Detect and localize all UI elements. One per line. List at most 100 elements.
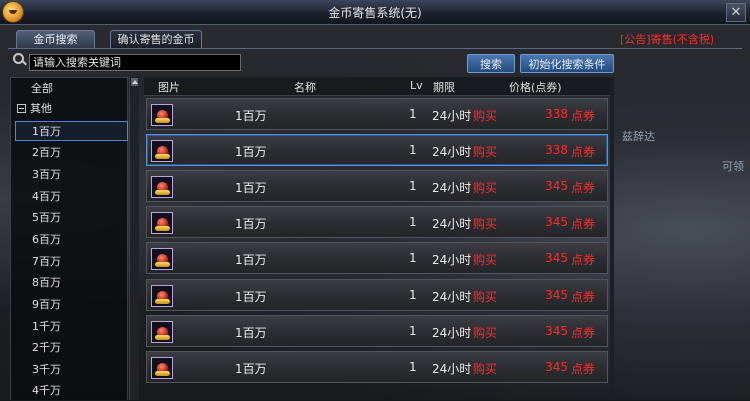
item-price: 345 xyxy=(545,215,568,229)
category-sidebar: 全部 其他 1百万 2百万 3百万 4百万 5百万 6百万 7百万 8百万 9百… xyxy=(10,77,128,400)
item-level: 1 xyxy=(409,107,417,121)
item-level: 1 xyxy=(409,360,417,374)
buy-button[interactable]: 购买 xyxy=(473,360,497,377)
sidebar-scrollbar[interactable] xyxy=(129,77,139,400)
buy-button[interactable]: 购买 xyxy=(473,143,497,160)
item-name: 1百万 xyxy=(235,253,267,267)
buy-button[interactable]: 购买 xyxy=(473,179,497,196)
sidebar-item-label: 2千万 xyxy=(32,341,61,354)
title-bar[interactable]: 金币寄售系统(无) ✕ xyxy=(0,0,750,25)
table-row[interactable]: 1百万 1 24小时 购买 345 点券 xyxy=(146,351,608,383)
buy-button[interactable]: 购买 xyxy=(473,251,497,268)
tab-gold-search[interactable]: 金币搜索 xyxy=(16,30,95,49)
gold-bag-icon xyxy=(151,212,173,234)
reset-search-button[interactable]: 初始化搜索条件 xyxy=(520,54,614,73)
sidebar-item-4m[interactable]: 4百万 xyxy=(11,187,127,207)
column-header-period: 期限 xyxy=(433,81,455,94)
sidebar-item-9m[interactable]: 9百万 xyxy=(11,295,127,315)
sidebar-item-all[interactable]: 全部 xyxy=(11,79,127,99)
item-price: 345 xyxy=(545,324,568,338)
sidebar-item-label: 6百万 xyxy=(32,233,61,246)
tab-confirm-consigned-gold[interactable]: 确认寄售的金币 xyxy=(110,30,202,49)
sidebar-item-5m[interactable]: 5百万 xyxy=(11,208,127,228)
column-header-icon: 图片 xyxy=(158,81,180,94)
item-period: 24小时 xyxy=(432,326,472,340)
table-row[interactable]: 1百万 1 24小时 购买 345 点券 xyxy=(146,242,608,274)
search-button[interactable]: 搜索 xyxy=(467,54,515,73)
item-period: 24小时 xyxy=(432,217,472,231)
item-name: 1百万 xyxy=(235,290,267,304)
search-input[interactable]: 请输入搜索关键词 xyxy=(29,54,241,71)
sidebar-item-6m[interactable]: 6百万 xyxy=(11,230,127,250)
sidebar-item-3m[interactable]: 3百万 xyxy=(11,165,127,185)
buy-button[interactable]: 购买 xyxy=(473,324,497,341)
table-scrollbar[interactable] xyxy=(610,77,614,400)
table-row[interactable]: 1百万 1 24小时 购买 345 点券 xyxy=(146,170,608,202)
table-row[interactable]: 1百万 1 24小时 购买 345 点券 xyxy=(146,315,608,347)
gold-bag-icon xyxy=(151,248,173,270)
item-period: 24小时 xyxy=(432,181,472,195)
item-name: 1百万 xyxy=(235,362,267,376)
scroll-up-icon[interactable] xyxy=(131,78,138,86)
item-name: 1百万 xyxy=(235,326,267,340)
sidebar-item-20m[interactable]: 2千万 xyxy=(11,338,127,358)
item-period: 24小时 xyxy=(432,362,472,376)
price-unit: 点券 xyxy=(571,181,596,195)
column-header-name: 名称 xyxy=(294,81,316,94)
sidebar-item-label: 4百万 xyxy=(32,190,61,203)
buy-button[interactable]: 购买 xyxy=(473,288,497,305)
table-row[interactable]: 1百万 1 24小时 购买 338 点券 xyxy=(146,98,608,130)
price-unit: 点券 xyxy=(571,145,596,159)
gold-consignment-window: 金币寄售系统(无) ✕ 金币搜索 确认寄售的金币 [公告]寄售(不含税) 请输入… xyxy=(0,0,750,400)
item-period: 24小时 xyxy=(432,290,472,304)
buy-button[interactable]: 购买 xyxy=(473,107,497,124)
sidebar-item-label: 全部 xyxy=(31,82,53,95)
sidebar-item-label: 9百万 xyxy=(32,298,61,311)
sidebar-item-label: 2百万 xyxy=(32,146,61,159)
item-level: 1 xyxy=(409,179,417,193)
close-button[interactable]: ✕ xyxy=(726,3,746,22)
sidebar-item-30m[interactable]: 3千万 xyxy=(11,360,127,380)
sidebar-item-label: 1百万 xyxy=(32,125,61,138)
sidebar-item-label: 3百万 xyxy=(32,168,61,181)
item-level: 1 xyxy=(409,324,417,338)
window-title: 金币寄售系统(无) xyxy=(328,6,422,20)
gold-bag-icon xyxy=(151,285,173,307)
notice-text: [公告]寄售(不含税) xyxy=(620,33,715,46)
item-level: 1 xyxy=(409,251,417,265)
sidebar-item-8m[interactable]: 8百万 xyxy=(11,273,127,293)
column-header-price: 价格(点券) xyxy=(509,81,562,94)
price-unit: 点券 xyxy=(571,109,596,123)
price-unit: 点券 xyxy=(571,253,596,267)
sidebar-item-label: 4千万 xyxy=(32,384,61,397)
buy-button[interactable]: 购买 xyxy=(473,215,497,232)
sidebar-item-2m[interactable]: 2百万 xyxy=(11,143,127,163)
item-price: 345 xyxy=(545,288,568,302)
sidebar-item-label: 8百万 xyxy=(32,276,61,289)
item-name: 1百万 xyxy=(235,217,267,231)
item-level: 1 xyxy=(409,143,417,157)
price-unit: 点券 xyxy=(571,290,596,304)
table-row[interactable]: 1百万 1 24小时 购买 345 点券 xyxy=(146,279,608,311)
price-unit: 点券 xyxy=(571,217,596,231)
table-row[interactable]: 1百万 1 24小时 购买 338 点券 xyxy=(146,134,608,166)
table-row[interactable]: 1百万 1 24小时 购买 345 点券 xyxy=(146,206,608,238)
sidebar-item-7m[interactable]: 7百万 xyxy=(11,252,127,272)
sidebar-item-1m[interactable]: 1百万 xyxy=(15,121,128,141)
price-unit: 点券 xyxy=(571,362,596,376)
sidebar-item-label: 5百万 xyxy=(32,211,61,224)
item-price: 345 xyxy=(545,179,568,193)
sidebar-item-40m[interactable]: 4千万 xyxy=(11,381,127,401)
item-price: 345 xyxy=(545,251,568,265)
gold-bag-icon xyxy=(151,357,173,379)
item-name: 1百万 xyxy=(235,145,267,159)
item-period: 24小时 xyxy=(432,253,472,267)
gold-bag-icon xyxy=(151,176,173,198)
item-period: 24小时 xyxy=(432,145,472,159)
sidebar-item-10m[interactable]: 1千万 xyxy=(11,317,127,337)
sidebar-item-label: 7百万 xyxy=(32,255,61,268)
sidebar-group-other[interactable]: 其他 xyxy=(11,99,127,119)
item-level: 1 xyxy=(409,215,417,229)
gold-bag-icon xyxy=(151,140,173,162)
collapse-icon[interactable] xyxy=(17,104,26,113)
